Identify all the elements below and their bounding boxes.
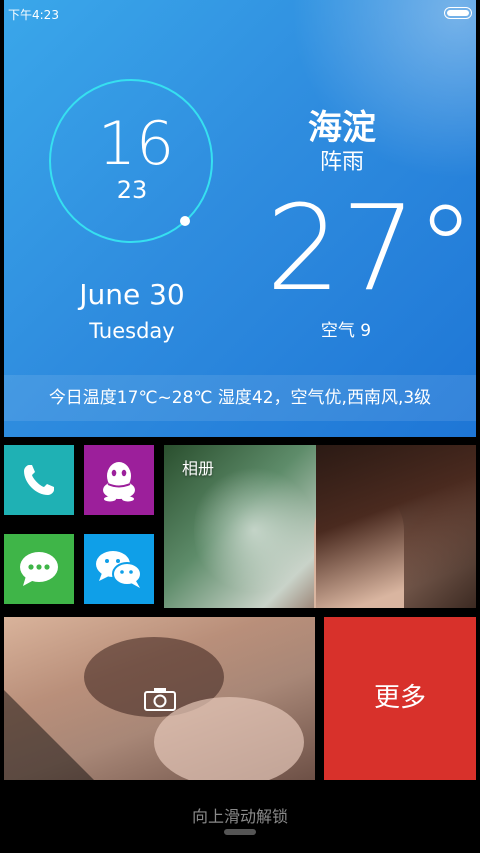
clock-minute: 23 — [116, 176, 148, 204]
sms-tile[interactable] — [4, 534, 74, 604]
photo-shape — [154, 697, 304, 780]
album-tile[interactable]: 相册 — [164, 445, 476, 608]
weekday-text: Tuesday — [89, 319, 175, 343]
wechat-icon — [96, 551, 142, 588]
date-text: June 30 — [79, 278, 185, 311]
weather-panel[interactable]: 16 23 June 30 Tuesday 海淀 阵雨 27° 空气 9 今日温… — [4, 0, 476, 437]
album-label: 相册 — [182, 459, 215, 478]
clock-hour: 16 — [97, 109, 175, 179]
camera-icon[interactable] — [143, 687, 176, 711]
unlock-handle[interactable] — [224, 829, 256, 835]
message-bubble-icon — [20, 552, 58, 586]
phone-icon — [24, 465, 54, 495]
photo-tile[interactable] — [4, 617, 315, 780]
weather-summary: 今日温度17℃~28℃ 湿度42，空气优,西南风,3级 — [48, 388, 432, 408]
weather-temperature: 27° — [266, 179, 476, 317]
qq-tile[interactable] — [84, 445, 154, 515]
more-label: 更多 — [373, 683, 426, 713]
clock-second-dot — [180, 216, 190, 226]
battery-full-icon — [444, 7, 472, 19]
qq-penguin-icon — [103, 462, 135, 502]
wechat-tile[interactable] — [84, 534, 154, 604]
more-tile[interactable]: 更多 — [324, 617, 476, 780]
status-bar: 下午4:23 — [0, 0, 480, 26]
unlock-hint: 向上滑动解锁 — [191, 807, 288, 826]
air-quality: 空气 9 — [320, 321, 372, 341]
weather-location: 海淀 — [308, 108, 376, 148]
weather-summary-bar: 今日温度17℃~28℃ 湿度42，空气优,西南风,3级 — [4, 375, 476, 421]
camera-corner — [4, 690, 94, 780]
status-time: 下午4:23 — [8, 8, 59, 22]
weather-condition: 阵雨 — [319, 150, 364, 175]
album-photo-shadow — [316, 445, 476, 608]
phone-tile[interactable] — [4, 445, 74, 515]
